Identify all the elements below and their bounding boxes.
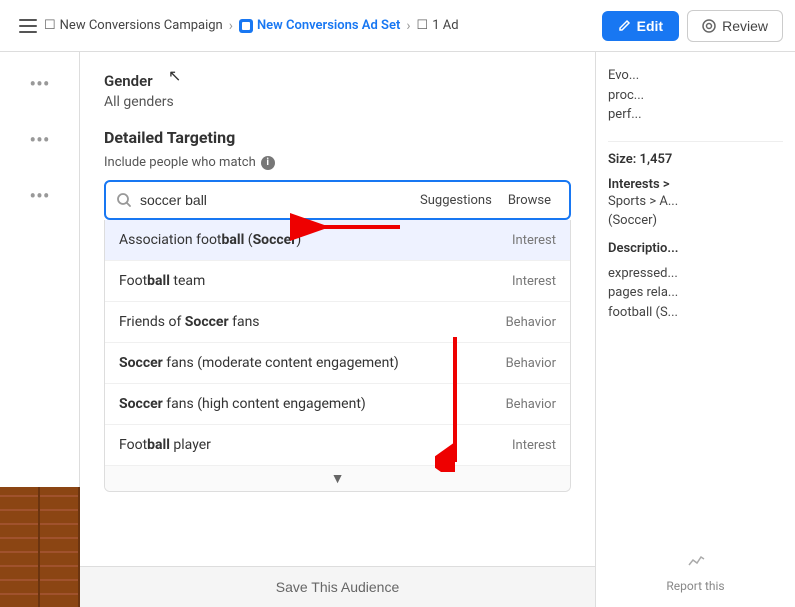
scroll-indicator: ▼ — [105, 466, 570, 491]
brick-background — [0, 487, 80, 607]
ad-label[interactable]: 1 Ad — [432, 18, 458, 33]
breadcrumb-sep-1: › — [229, 18, 233, 34]
right-panel-description-text: expressed...pages rela...football (S... — [608, 264, 783, 323]
result-item-2-type: Interest — [512, 274, 556, 289]
save-audience-button[interactable]: Save This Audience — [276, 579, 400, 595]
content-area: Gender All genders Detailed Targeting In… — [80, 52, 595, 607]
right-panel-size: Size: 1,457 — [608, 152, 783, 167]
result-item-4[interactable]: Soccer fans (moderate content engagement… — [105, 343, 570, 384]
right-panel-chart-icon — [608, 543, 783, 571]
result-item-5-type: Behavior — [506, 397, 556, 412]
detailed-targeting-section: Detailed Targeting Include people who ma… — [104, 128, 571, 492]
result-item-3-type: Behavior — [506, 315, 556, 330]
result-item-1[interactable]: Association football (Soccer) Interest — [105, 220, 570, 261]
campaign-label[interactable]: New Conversions Campaign — [60, 18, 223, 33]
detailed-targeting-title: Detailed Targeting — [104, 128, 571, 147]
result-item-4-name: Soccer fans (moderate content engagement… — [119, 355, 399, 371]
result-item-5[interactable]: Soccer fans (high content engagement) Be… — [105, 384, 570, 425]
breadcrumb: ☐ New Conversions Campaign › New Convers… — [44, 18, 602, 34]
bottom-bar: Save This Audience — [80, 566, 595, 607]
search-container: Suggestions Browse — [104, 180, 571, 220]
search-input[interactable] — [140, 182, 412, 218]
gender-value: All genders — [104, 94, 571, 110]
sidebar-menu-3[interactable]: ••• — [21, 176, 57, 216]
top-bar-left — [12, 10, 44, 42]
campaign-icon: ☐ — [44, 18, 56, 33]
result-item-4-type: Behavior — [506, 356, 556, 371]
info-icon[interactable]: i — [261, 156, 275, 170]
result-item-1-type: Interest — [512, 233, 556, 248]
right-panel-interests-label: Interests > — [608, 177, 783, 192]
top-bar: ☐ New Conversions Campaign › New Convers… — [0, 0, 795, 52]
gender-label: Gender — [104, 72, 571, 90]
sidebar-narrow: ••• ••• ••• — [0, 52, 80, 607]
adset-icon — [239, 19, 253, 33]
right-panel-description-label: Descriptio... — [608, 241, 783, 256]
edit-label: Edit — [637, 18, 663, 34]
result-item-5-name: Soccer fans (high content engagement) — [119, 396, 366, 412]
search-tabs: Suggestions Browse — [412, 189, 559, 212]
right-panel: Evo...proc...perf... Size: 1,457 Interes… — [595, 52, 795, 607]
result-item-2[interactable]: Football team Interest — [105, 261, 570, 302]
edit-button[interactable]: Edit — [602, 11, 679, 41]
suggestions-tab[interactable]: Suggestions — [412, 189, 500, 212]
adset-label[interactable]: New Conversions Ad Set — [257, 18, 400, 33]
ad-icon: ☐ — [417, 18, 429, 33]
right-panel-intro: Evo...proc...perf... — [608, 66, 783, 125]
search-icon — [116, 192, 132, 208]
breadcrumb-sep-2: › — [406, 18, 410, 34]
sidebar-menu-1[interactable]: ••• — [21, 64, 57, 104]
dropdown-results: Association football (Soccer) Interest F… — [104, 220, 571, 492]
top-bar-actions: Edit Review — [602, 10, 783, 42]
result-item-2-name: Football team — [119, 273, 205, 289]
review-label: Review — [722, 18, 768, 34]
browse-tab[interactable]: Browse — [500, 189, 559, 212]
breadcrumb-adset[interactable]: New Conversions Ad Set — [239, 18, 400, 33]
scroll-arrow-down: ▼ — [331, 470, 345, 487]
gender-section: Gender All genders — [104, 72, 571, 110]
result-item-6-type: Interest — [512, 438, 556, 453]
breadcrumb-campaign[interactable]: ☐ New Conversions Campaign — [44, 18, 223, 33]
include-label: Include people who match i — [104, 155, 571, 170]
result-item-3-name: Friends of Soccer fans — [119, 314, 260, 330]
right-panel-interests-detail: Sports > A...(Soccer) — [608, 192, 783, 231]
sidebar-toggle[interactable] — [12, 10, 44, 42]
review-button[interactable]: Review — [687, 10, 783, 42]
report-this[interactable]: Report this — [608, 571, 783, 593]
result-item-6[interactable]: Football player Interest — [105, 425, 570, 466]
sidebar-menu-2[interactable]: ••• — [21, 120, 57, 160]
result-item-3[interactable]: Friends of Soccer fans Behavior — [105, 302, 570, 343]
result-item-6-name: Football player — [119, 437, 211, 453]
breadcrumb-ad[interactable]: ☐ 1 Ad — [417, 18, 459, 33]
main-layout: ••• ••• ••• Gender All genders Detailed … — [0, 52, 795, 607]
include-label-text: Include people who match — [104, 155, 256, 170]
result-item-1-name: Association football (Soccer) — [119, 232, 301, 248]
